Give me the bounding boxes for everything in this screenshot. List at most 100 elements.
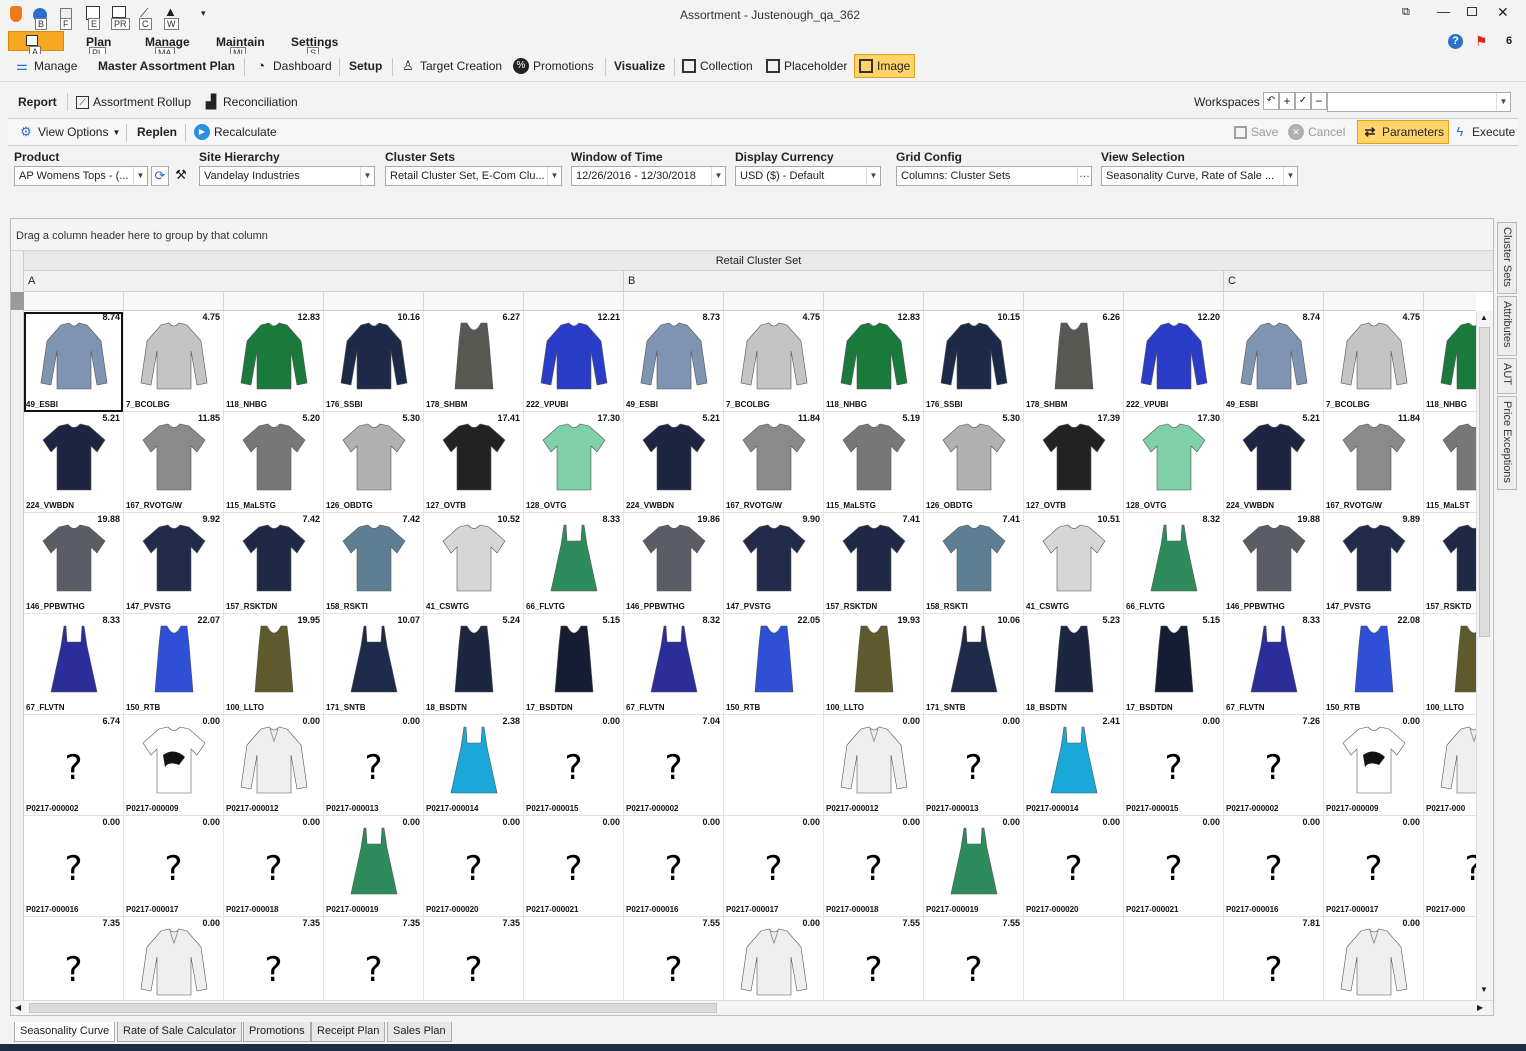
column-header[interactable]: [324, 292, 424, 310]
product-image-cell[interactable]: 10.15 176_SSBI: [924, 311, 1024, 412]
product-image-cell[interactable]: ? 7.26 P0217-000002: [1224, 715, 1324, 816]
product-image-cell[interactable]: 4.75 7_BCOLBG: [124, 311, 224, 412]
product-image-cell[interactable]: 5.21 224_VWBDN: [24, 412, 124, 513]
site-hierarchy-select[interactable]: Vandelay Industries ▼: [199, 166, 375, 186]
product-image-cell[interactable]: 17.41 127_OVTB: [424, 412, 524, 513]
column-header[interactable]: [424, 292, 524, 310]
recalculate-button[interactable]: ▶ Recalculate: [194, 121, 277, 143]
product-image-cell[interactable]: ? 7.35: [24, 917, 124, 1000]
product-image-cell[interactable]: ? 0.00 P0217-000021: [1124, 816, 1224, 917]
product-image-cell[interactable]: ? 0.00 P0217-000013: [924, 715, 1024, 816]
vertical-scroll-thumb[interactable]: [1479, 327, 1490, 637]
product-image-cell[interactable]: 0.00 P0217-000012: [224, 715, 324, 816]
product-image-cell[interactable]: ? P0217-000: [1424, 816, 1476, 917]
product-image-cell[interactable]: ? 0.00 P0217-000016: [24, 816, 124, 917]
product-image-cell[interactable]: [1424, 917, 1476, 1000]
image-button[interactable]: Image: [854, 54, 916, 78]
product-image-cell[interactable]: 5.15 17_BSDTDN: [524, 614, 624, 715]
product-image-cell[interactable]: 6.27 178_SHBM: [424, 311, 524, 412]
refresh-icon[interactable]: ⟳: [151, 166, 169, 186]
product-image-cell[interactable]: 19.86 146_PPBWTHG: [624, 513, 724, 614]
product-image-cell[interactable]: 11.84 167_RVOTG/W: [1324, 412, 1424, 513]
product-image-cell[interactable]: 0.00 P0217-000019: [924, 816, 1024, 917]
horizontal-scroll-thumb[interactable]: [29, 1003, 717, 1013]
product-image-cell[interactable]: 11.84 167_RVOTG/W: [724, 412, 824, 513]
product-image-cell[interactable]: ? 0.00 P0217-000020: [424, 816, 524, 917]
product-image-cell[interactable]: 118_NHBG: [1424, 311, 1476, 412]
column-header[interactable]: [1424, 292, 1476, 310]
tab-promotions[interactable]: Promotions: [243, 1022, 311, 1042]
group-by-panel[interactable]: Drag a column header here to group by th…: [11, 219, 1493, 251]
tab-rate-of-sale-calculator[interactable]: Rate of Sale Calculator: [117, 1022, 243, 1042]
product-image-cell[interactable]: 12.21 222_VPUBI: [524, 311, 624, 412]
workspace-undo-icon[interactable]: ↶: [1263, 92, 1279, 110]
product-image-cell[interactable]: 11.85 167_RVOTG/W: [124, 412, 224, 513]
side-tab-aut[interactable]: AUT: [1497, 358, 1517, 394]
product-image-cell[interactable]: 22.05 150_RTB: [724, 614, 824, 715]
product-image-cell[interactable]: 4.75 7_BCOLBG: [1324, 311, 1424, 412]
product-image-cell[interactable]: 22.07 150_RTB: [124, 614, 224, 715]
grid-config-select[interactable]: Columns: Cluster Sets…: [896, 166, 1092, 186]
assortment-rollup-button[interactable]: ⟋ Assortment Rollup: [76, 91, 191, 113]
product-image-cell[interactable]: 115_MaLST: [1424, 412, 1476, 513]
column-header[interactable]: [1224, 292, 1324, 310]
workspace-add-icon[interactable]: +: [1279, 92, 1295, 110]
manage-button[interactable]: ⚌ Manage: [14, 55, 77, 77]
product-image-cell[interactable]: 5.19 115_MaLSTG: [824, 412, 924, 513]
customize-qa-icon[interactable]: ▾: [201, 8, 206, 19]
column-header[interactable]: [224, 292, 324, 310]
product-image-cell[interactable]: 8.73 49_ESBI: [624, 311, 724, 412]
graduation-icon[interactable]: ▲: [164, 4, 177, 19]
window-of-time-select[interactable]: 12/26/2016 - 12/30/2018 ▼: [571, 166, 726, 186]
product-image-cell[interactable]: 0.00 P0217-000009: [124, 715, 224, 816]
product-image-cell[interactable]: ? 0.00 P0217-000016: [1224, 816, 1324, 917]
grid-icon[interactable]: [112, 6, 126, 18]
side-tab-price-exceptions[interactable]: Price Exceptions: [1497, 396, 1517, 490]
workspace-select[interactable]: ▼: [1327, 92, 1511, 112]
product-image-cell[interactable]: 2.41 P0217-000014: [1024, 715, 1124, 816]
product-image-cell[interactable]: 5.24 18_BSDTN: [424, 614, 524, 715]
cluster-sets-select[interactable]: Retail Cluster Set, E-Com Clu... ▼: [385, 166, 562, 186]
collection-button[interactable]: Collection: [682, 55, 753, 77]
side-tab-attributes[interactable]: Attributes: [1497, 296, 1517, 356]
product-image-cell[interactable]: ? 7.55: [624, 917, 724, 1000]
dashboard-button[interactable]: ◔ Dashboard: [253, 55, 332, 77]
file-menu-button[interactable]: A: [8, 31, 64, 58]
product-image-cell[interactable]: 5.21 224_VWBDN: [1224, 412, 1324, 513]
close-icon[interactable]: ✕: [1497, 4, 1509, 21]
product-image-cell[interactable]: 0.00: [124, 917, 224, 1000]
product-image-cell[interactable]: ? 0.00 P0217-000015: [524, 715, 624, 816]
product-image-cell[interactable]: 8.32 66_FLVTG: [1124, 513, 1224, 614]
scroll-right-icon[interactable]: ▶: [1477, 1003, 1483, 1012]
product-image-cell[interactable]: 7.41 158_RSKTI: [924, 513, 1024, 614]
product-image-cell[interactable]: 0.00 P0217-000009: [1324, 715, 1424, 816]
product-image-cell[interactable]: 19.88 146_PPBWTHG: [1224, 513, 1324, 614]
product-image-cell[interactable]: 10.07 171_SNTB: [324, 614, 424, 715]
visualize-button[interactable]: Visualize: [614, 55, 665, 77]
product-image-cell[interactable]: 5.21 224_VWBDN: [624, 412, 724, 513]
scroll-up-icon[interactable]: ▲: [1480, 313, 1488, 322]
product-image-cell[interactable]: ? 0.00 P0217-000016: [624, 816, 724, 917]
save-button[interactable]: Save: [1234, 121, 1278, 143]
column-header[interactable]: [1124, 292, 1224, 310]
product-image-cell[interactable]: 5.23 18_BSDTN: [1024, 614, 1124, 715]
product-image-cell[interactable]: ? 0.00 P0217-000017: [1324, 816, 1424, 917]
view-options-button[interactable]: ⚙ View Options ▼: [18, 121, 120, 143]
product-image-cell[interactable]: 12.83 118_NHBG: [824, 311, 924, 412]
product-image-cell[interactable]: ? 7.04 P0217-000002: [624, 715, 724, 816]
product-image-cell[interactable]: ? 7.55: [824, 917, 924, 1000]
product-image-cell[interactable]: 5.30 126_OBDTG: [924, 412, 1024, 513]
product-image-cell[interactable]: ? 7.35: [324, 917, 424, 1000]
product-image-cell[interactable]: ? 7.35: [224, 917, 324, 1000]
product-image-cell[interactable]: ? 7.81: [1224, 917, 1324, 1000]
group-header-b[interactable]: B: [624, 271, 1224, 292]
product-image-cell[interactable]: [524, 917, 624, 1000]
product-image-cell[interactable]: 8.33 67_FLVTN: [24, 614, 124, 715]
product-image-cell[interactable]: 19.93 100_LLTO: [824, 614, 924, 715]
product-image-cell[interactable]: 8.33 66_FLVTG: [524, 513, 624, 614]
scroll-down-icon[interactable]: ▼: [1480, 985, 1488, 994]
product-image-cell[interactable]: 8.32 67_FLVTN: [624, 614, 724, 715]
product-image-cell[interactable]: 17.39 127_OVTB: [1024, 412, 1124, 513]
workspace-remove-icon[interactable]: −: [1311, 92, 1327, 110]
product-image-cell[interactable]: 12.83 118_NHBG: [224, 311, 324, 412]
